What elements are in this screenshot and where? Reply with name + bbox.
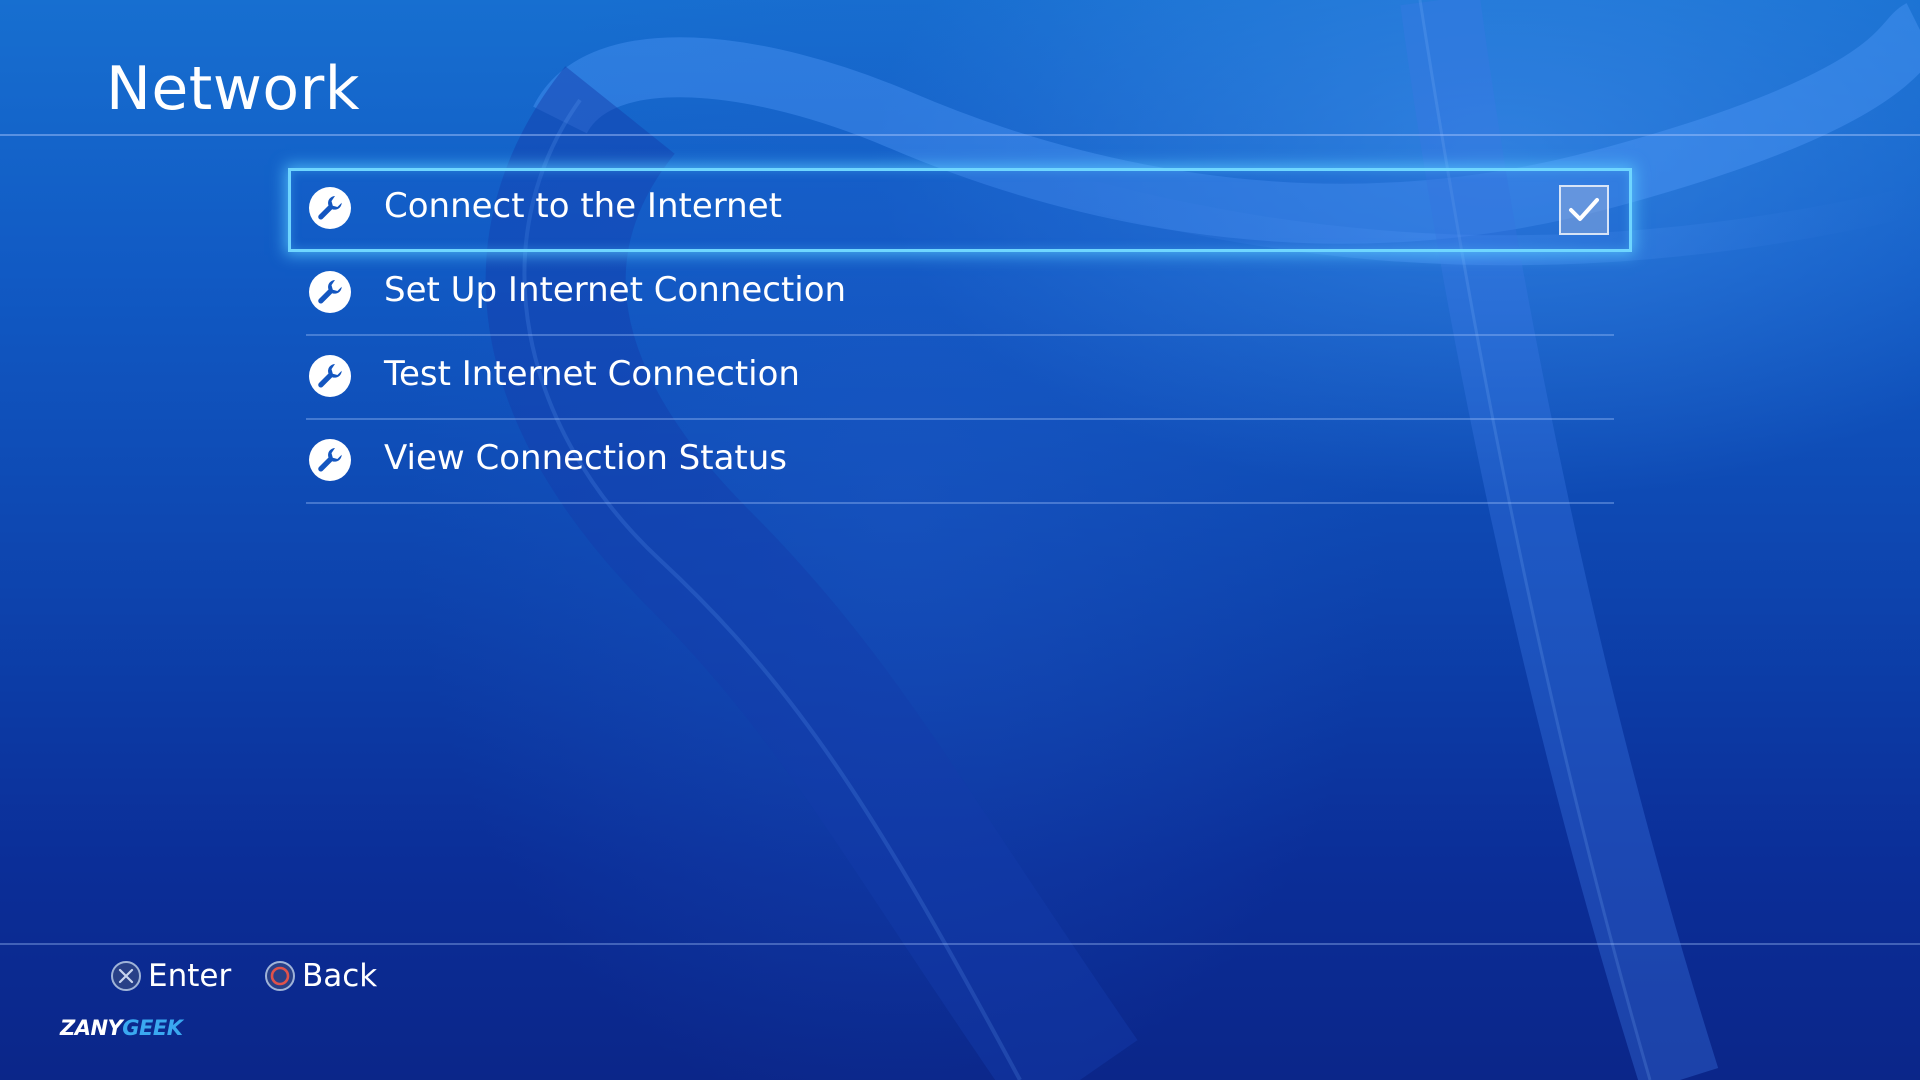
menu-item-label: Test Internet Connection xyxy=(384,354,800,394)
back-hint[interactable]: Back xyxy=(264,956,377,996)
network-settings-screen: Network Connect to the Internet Set Up I… xyxy=(0,0,1920,1080)
watermark-logo: ZANYGEEK xyxy=(60,1016,183,1040)
menu-item-test-internet-connection[interactable]: Test Internet Connection xyxy=(288,336,1632,420)
menu-item-view-connection-status[interactable]: View Connection Status xyxy=(288,420,1632,504)
menu-separator xyxy=(306,502,1614,504)
header-divider xyxy=(0,134,1920,136)
back-label: Back xyxy=(302,958,378,994)
background-waves xyxy=(485,0,1920,1080)
checkmark-icon xyxy=(1569,198,1599,221)
wrench-icon xyxy=(309,439,351,481)
connect-checkbox[interactable] xyxy=(1559,185,1609,235)
watermark-part-2: GEEK xyxy=(122,1016,183,1040)
menu-item-connect-to-internet[interactable]: Connect to the Internet xyxy=(288,168,1632,252)
menu-item-set-up-internet-connection[interactable]: Set Up Internet Connection xyxy=(288,252,1632,336)
menu-item-label: Connect to the Internet xyxy=(384,186,782,226)
wrench-icon xyxy=(309,271,351,313)
footer-divider xyxy=(0,943,1920,945)
cross-button-icon xyxy=(111,961,141,991)
page-title: Network xyxy=(106,54,361,124)
wrench-icon xyxy=(309,187,351,229)
watermark-part-1: ZANY xyxy=(60,1016,123,1040)
enter-label: Enter xyxy=(148,958,232,994)
circle-button-icon xyxy=(265,961,295,991)
menu-item-label: Set Up Internet Connection xyxy=(384,270,847,310)
wrench-icon xyxy=(309,355,351,397)
network-menu: Connect to the Internet Set Up Internet … xyxy=(288,168,1632,504)
menu-item-label: View Connection Status xyxy=(384,438,788,478)
enter-hint[interactable]: Enter xyxy=(110,956,231,996)
